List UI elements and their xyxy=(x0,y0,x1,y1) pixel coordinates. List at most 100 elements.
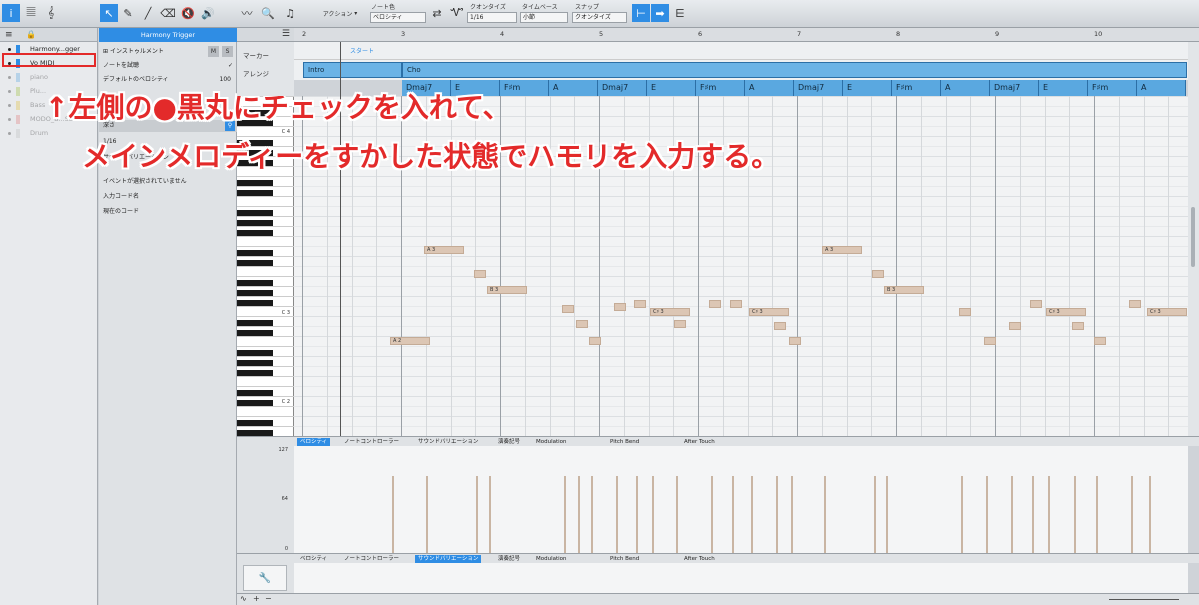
record-dot[interactable] xyxy=(8,90,11,93)
chord-block[interactable]: E xyxy=(843,80,892,96)
midi-note[interactable]: C♯ 3 xyxy=(1147,308,1187,316)
velocity-bar[interactable] xyxy=(476,476,478,554)
midi-note[interactable] xyxy=(1009,322,1021,330)
midi-note[interactable]: C♯ 3 xyxy=(749,308,789,316)
velocity-bar[interactable] xyxy=(751,476,753,554)
midi-note[interactable] xyxy=(774,322,786,330)
lock-icon[interactable]: 🔒 xyxy=(26,30,36,39)
white-key[interactable] xyxy=(237,316,294,317)
black-key[interactable] xyxy=(237,370,273,376)
midi-note[interactable] xyxy=(984,337,996,345)
black-key[interactable] xyxy=(237,330,273,336)
controller-tab[interactable]: 演奏記号 xyxy=(495,438,523,446)
midi-note[interactable] xyxy=(576,320,588,328)
velocity-bar[interactable] xyxy=(578,476,580,554)
default-velocity-value[interactable]: 100 xyxy=(220,74,231,86)
controller-tab[interactable]: ベロシティ xyxy=(297,555,330,563)
black-key[interactable] xyxy=(237,260,273,266)
bend-tool-icon[interactable]: 〰 xyxy=(238,4,256,22)
velocity-bar[interactable] xyxy=(591,476,593,554)
velocity-bar[interactable] xyxy=(1048,476,1050,554)
velocity-bar[interactable] xyxy=(776,476,778,554)
eraser-tool-icon[interactable]: ⌫ xyxy=(159,4,177,22)
black-key[interactable] xyxy=(237,230,273,236)
velocity-bar[interactable] xyxy=(1149,476,1151,554)
midi-note[interactable]: B 3 xyxy=(884,286,924,294)
chord-block[interactable]: A xyxy=(941,80,990,96)
wrench-icon[interactable]: 🔧 xyxy=(243,565,287,591)
chord-block[interactable]: E xyxy=(1039,80,1088,96)
score-view-icon[interactable]: 𝄞 xyxy=(42,4,60,22)
chord-block[interactable]: A xyxy=(1137,80,1186,96)
quantize-icon[interactable]: Ꮙ xyxy=(448,4,466,22)
velocity-bar[interactable] xyxy=(1074,476,1076,554)
chord-block[interactable]: A xyxy=(745,80,794,96)
chord-block[interactable]: F♯m xyxy=(892,80,941,96)
section-cho[interactable]: Cho xyxy=(402,62,1187,78)
chord-block[interactable]: Dmaj7 xyxy=(598,80,647,96)
black-key[interactable] xyxy=(237,400,273,406)
velocity-bar[interactable] xyxy=(1011,476,1013,554)
chord-block[interactable]: F♯m xyxy=(696,80,745,96)
velocity-bar[interactable] xyxy=(711,476,713,554)
white-key[interactable] xyxy=(237,386,294,387)
controller-tab[interactable]: Pitch Bend xyxy=(607,438,642,446)
white-key[interactable] xyxy=(237,256,294,257)
track-row[interactable]: piano xyxy=(0,72,97,83)
controller-tab[interactable]: Modulation xyxy=(533,438,570,446)
black-key[interactable] xyxy=(237,350,273,356)
snap-select[interactable]: クオンタイズ xyxy=(572,12,627,23)
record-dot[interactable] xyxy=(8,118,11,121)
midi-note[interactable] xyxy=(872,270,884,278)
white-key[interactable] xyxy=(237,276,294,277)
velocity-bar[interactable] xyxy=(874,476,876,554)
velocity-bar[interactable] xyxy=(676,476,678,554)
controller-tab[interactable]: サウンドバリエーション xyxy=(415,555,482,563)
black-key[interactable] xyxy=(237,210,273,216)
midi-note[interactable] xyxy=(959,308,971,316)
pencil-tool-icon[interactable]: ✎ xyxy=(119,4,137,22)
chord-block[interactable]: Dmaj7 xyxy=(990,80,1039,96)
velocity-editor[interactable] xyxy=(294,446,1188,554)
midi-note[interactable] xyxy=(1030,300,1042,308)
white-key[interactable] xyxy=(237,236,294,237)
snap-start-icon[interactable]: ⊢ xyxy=(632,4,650,22)
add-icon[interactable]: + xyxy=(253,594,260,603)
chord-block[interactable]: F♯m xyxy=(1088,80,1137,96)
midi-note[interactable] xyxy=(789,337,801,345)
white-key[interactable] xyxy=(237,216,294,217)
black-key[interactable] xyxy=(237,220,273,226)
midi-note[interactable]: A 2 xyxy=(390,337,430,345)
midi-note[interactable]: B 3 xyxy=(487,286,527,294)
marker-lane[interactable]: スタート xyxy=(294,42,1188,60)
scrollbar-thumb[interactable] xyxy=(1191,207,1195,267)
black-key[interactable] xyxy=(237,290,273,296)
mute-tool-icon[interactable]: 🔇 xyxy=(179,4,197,22)
action-menu[interactable]: アクション ▾ xyxy=(315,4,365,22)
timeline-ruler[interactable]: 2 3 4 5 6 7 8 9 10 xyxy=(294,28,1199,42)
controller-tab[interactable]: ノートコントローラー xyxy=(341,438,402,446)
mute-button[interactable]: M xyxy=(208,46,219,57)
white-key[interactable] xyxy=(237,226,294,227)
solo-button[interactable]: S xyxy=(222,46,233,57)
controller-tab[interactable]: ノートコントローラー xyxy=(341,555,402,563)
white-key[interactable] xyxy=(237,346,294,347)
section-intro[interactable]: Intro xyxy=(303,62,402,78)
velocity-bar[interactable] xyxy=(986,476,988,554)
snap-arrow-icon[interactable]: ➡ xyxy=(651,4,669,22)
midi-note[interactable] xyxy=(730,300,742,308)
midi-note[interactable] xyxy=(614,303,626,311)
zoom-slider[interactable] xyxy=(1109,599,1179,600)
white-key[interactable] xyxy=(237,306,294,307)
midi-note[interactable] xyxy=(1094,337,1106,345)
black-key[interactable] xyxy=(237,190,273,196)
midi-note[interactable] xyxy=(709,300,721,308)
white-key[interactable] xyxy=(237,126,294,127)
black-key[interactable] xyxy=(237,360,273,366)
midi-note[interactable] xyxy=(674,320,686,328)
record-dot[interactable] xyxy=(8,104,11,107)
timebase-select[interactable]: 小節 xyxy=(520,12,568,23)
white-key[interactable] xyxy=(237,406,294,407)
white-key[interactable] xyxy=(237,196,294,197)
white-key[interactable] xyxy=(237,186,294,187)
